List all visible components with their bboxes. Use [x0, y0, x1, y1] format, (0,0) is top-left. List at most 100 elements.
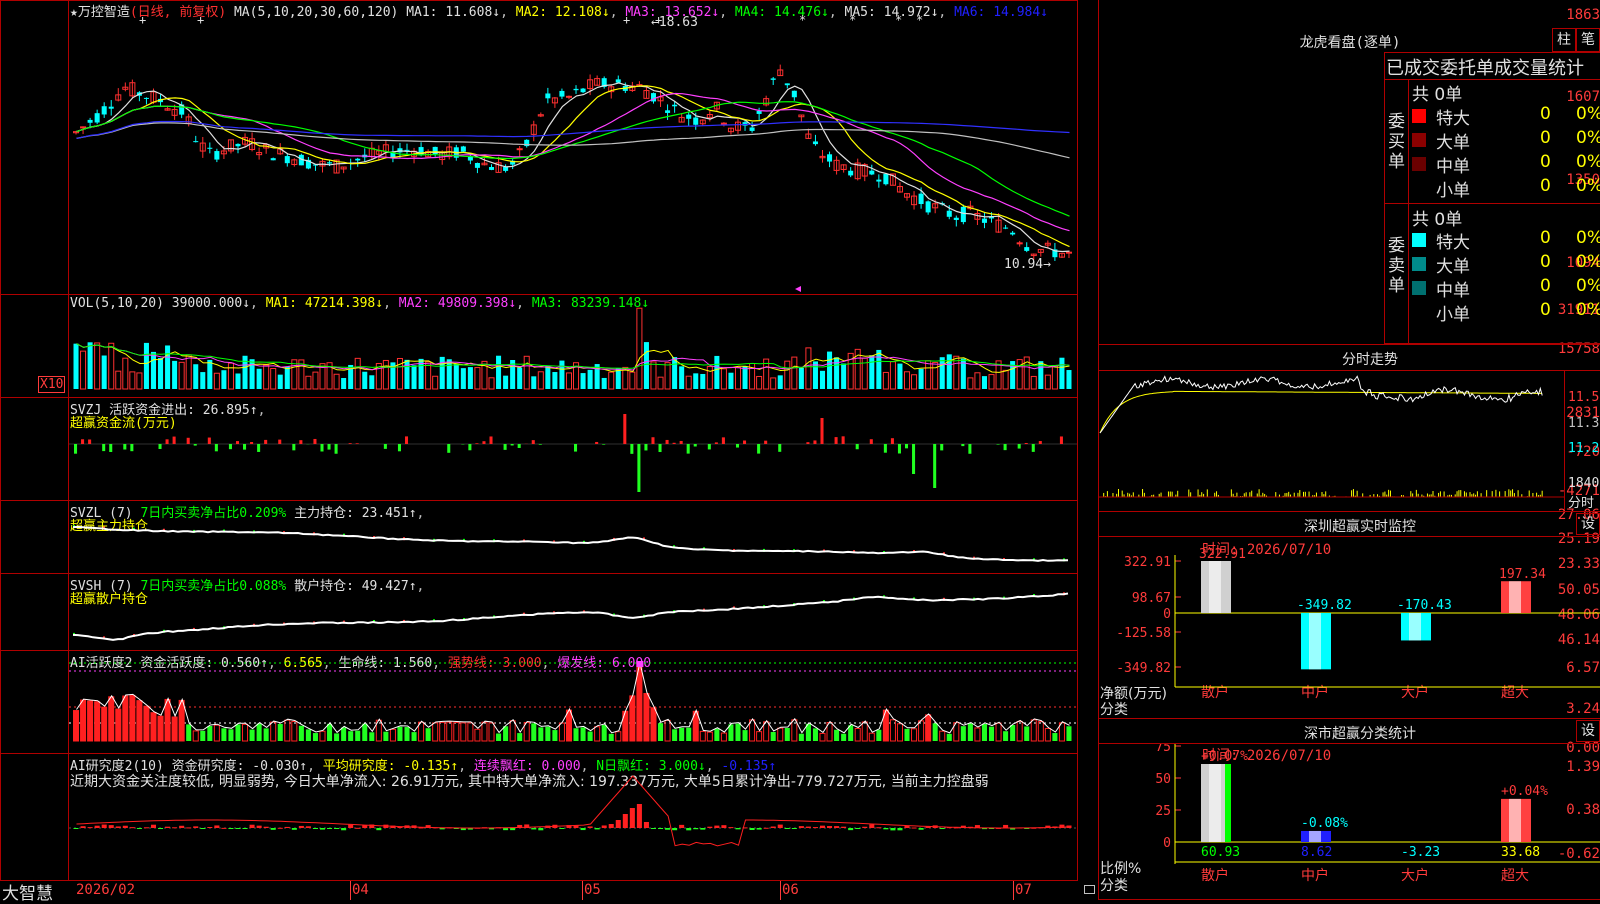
volume-bar	[771, 378, 776, 389]
ai-active-chart[interactable]	[69, 651, 1077, 753]
monitor-chart[interactable]: 322.9198.670-125.58-349.82322.91散户-349.8…	[1099, 537, 1600, 719]
research-bar	[292, 828, 297, 830]
volume-chart[interactable]	[69, 295, 1077, 397]
active-bar	[510, 721, 515, 741]
active-bar	[390, 729, 395, 741]
research-bar	[179, 826, 184, 828]
volume-bar	[74, 344, 79, 389]
intraday-time-label: 分时	[1568, 492, 1594, 511]
research-bar	[750, 828, 755, 830]
flow-bar	[229, 444, 232, 449]
monitor-y-label: 98.67	[1132, 591, 1171, 606]
active-bar	[186, 724, 191, 741]
lock-icon[interactable]	[1084, 885, 1095, 894]
flow-bar	[651, 437, 654, 444]
svzl-chart[interactable]	[69, 501, 1077, 573]
candle-down	[827, 154, 832, 161]
volume-bar	[306, 376, 311, 389]
active-bar	[299, 726, 304, 741]
volume-bar	[468, 367, 473, 389]
classify-settings-button[interactable]: 设	[1576, 720, 1600, 742]
flow-bar	[997, 444, 1000, 445]
svsh-chart[interactable]	[69, 574, 1077, 650]
price-chart[interactable]: ←18.6310.94→++++****	[69, 0, 1077, 294]
candle-down	[757, 111, 762, 114]
intraday-chart[interactable]	[1099, 371, 1564, 510]
research-bar	[264, 827, 269, 828]
active-bar	[876, 730, 881, 741]
active-bar	[468, 723, 473, 741]
bar-mode-button[interactable]: 柱	[1552, 28, 1576, 52]
flow-bar	[384, 444, 387, 449]
monitor-settings-button[interactable]: 设	[1576, 513, 1600, 535]
research-bar	[651, 828, 656, 829]
flow-bar	[743, 441, 746, 444]
flow-bar	[215, 444, 218, 451]
classify-y-label: 25	[1155, 804, 1171, 819]
volume-bar	[524, 356, 529, 389]
buy-row-count: 0	[1540, 152, 1551, 172]
volume-bar	[820, 371, 825, 389]
flow-bar	[264, 440, 267, 444]
flow-bar	[813, 440, 816, 444]
x-axis-label: 2026/02	[76, 882, 135, 898]
active-bar	[412, 732, 417, 741]
active-bar	[588, 732, 593, 741]
active-bar	[1024, 726, 1029, 741]
research-bar	[890, 828, 895, 830]
active-bar	[257, 724, 262, 741]
research-bar	[123, 826, 128, 828]
volume-bar	[686, 376, 691, 389]
vol-ma-line	[77, 344, 1070, 373]
volume-bar	[940, 357, 945, 389]
intraday-y-label: 11.50	[1568, 390, 1600, 405]
volume-bar	[743, 366, 748, 389]
active-bar	[137, 701, 142, 741]
sell-row-swatch	[1412, 233, 1426, 247]
research-bar	[792, 828, 797, 829]
classify-delta: +0.04%	[1501, 784, 1548, 799]
signal-marker: +	[139, 13, 146, 27]
research-bar	[940, 828, 945, 829]
candle-down	[954, 218, 959, 220]
research-bar	[306, 826, 311, 828]
buy-total: 共 0单	[1412, 80, 1462, 105]
candle-up	[721, 123, 726, 124]
classify-delta: +0.07%	[1201, 749, 1248, 764]
flow-bar	[602, 444, 605, 445]
volume-bar	[679, 366, 684, 389]
sell-row-pct: 0%	[1576, 276, 1600, 296]
pen-mode-button[interactable]: 笔	[1576, 28, 1600, 52]
hold-line	[73, 594, 1068, 640]
volume-bar	[947, 354, 952, 389]
volume-bar	[538, 372, 543, 389]
candle-down	[559, 91, 564, 97]
candle-down	[355, 159, 360, 161]
volume-bar	[609, 372, 614, 389]
flow-bar	[637, 444, 640, 492]
brand-logo[interactable]: 大智慧	[2, 879, 53, 904]
volume-bar	[447, 359, 452, 389]
monitor-bar-shine	[1209, 561, 1221, 613]
intraday-y-label: 11.35	[1568, 416, 1600, 431]
volume-bar	[383, 360, 388, 389]
volume-bar	[243, 356, 248, 389]
volume-bar	[919, 369, 924, 389]
research-bar	[721, 825, 726, 828]
research-bar	[130, 827, 135, 828]
active-bar	[102, 707, 107, 741]
volume-bar	[665, 363, 670, 389]
active-bar	[714, 729, 719, 741]
candle-down	[982, 219, 987, 223]
classify-y-label: 50	[1155, 772, 1171, 787]
research-bar	[320, 828, 325, 830]
ai-research-chart[interactable]	[69, 754, 1077, 880]
classify-chart[interactable]: 7550250+0.07%60.93散户-0.08%8.62中户-3.23大户+…	[1099, 744, 1600, 900]
candle-down	[545, 93, 550, 98]
flow-bar	[236, 441, 239, 444]
active-bar	[799, 734, 804, 741]
svzj-chart[interactable]	[69, 398, 1077, 500]
volume-bar	[193, 364, 198, 389]
volume-bar	[545, 366, 550, 389]
volume-bar	[165, 345, 170, 389]
